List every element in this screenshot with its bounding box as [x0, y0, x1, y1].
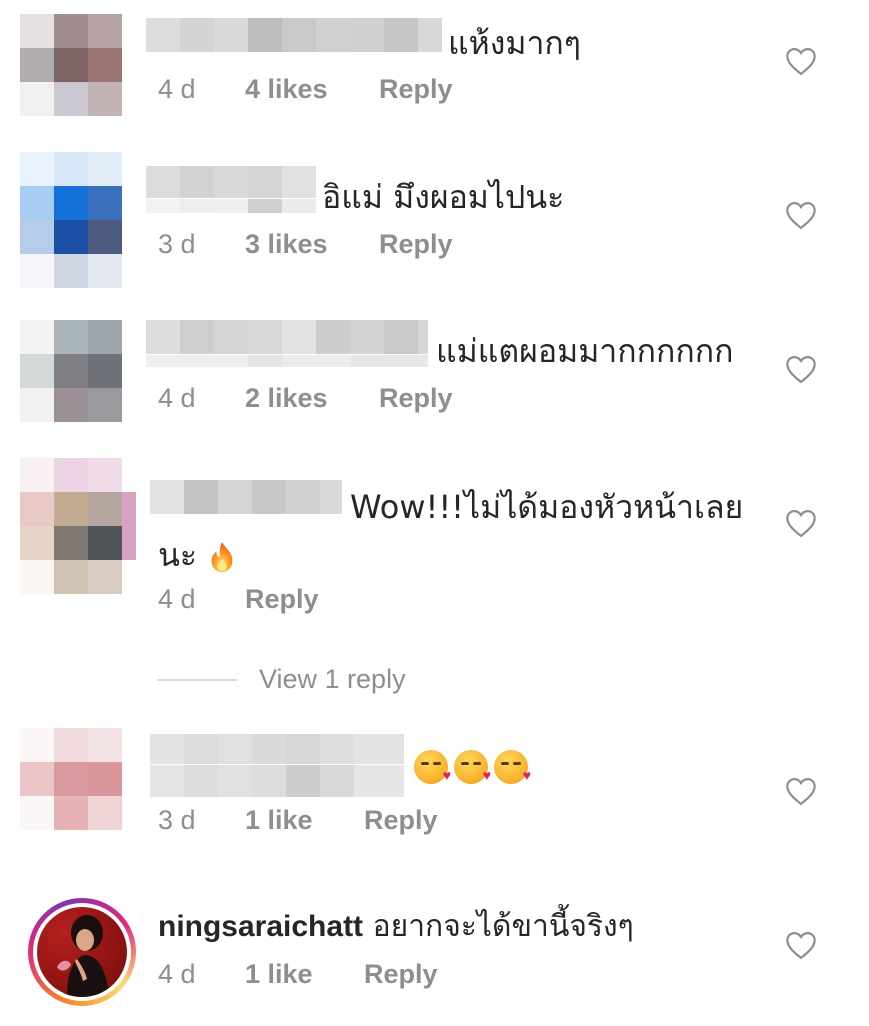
reply-button[interactable]: Reply — [379, 383, 453, 414]
heart-outline-icon[interactable] — [784, 930, 818, 960]
avatar-edge — [122, 492, 136, 560]
username-blurred[interactable] — [146, 320, 428, 368]
kissing-heart-emoji-icon: ♥ — [494, 750, 531, 784]
reply-button[interactable]: Reply — [364, 959, 438, 990]
username-blurred[interactable] — [146, 166, 316, 214]
kissing-heart-emoji-icon: ♥ — [454, 750, 491, 784]
comment-text-line2: นะ — [158, 530, 237, 581]
heart-outline-icon[interactable] — [784, 200, 818, 230]
avatar-lower — [20, 254, 122, 288]
heart-outline-icon[interactable] — [784, 776, 818, 806]
username-blurred[interactable] — [146, 18, 442, 52]
comment-time: 4 d — [158, 383, 196, 413]
comment-time: 3 d — [158, 229, 196, 259]
comment-time: 4 d — [158, 584, 196, 614]
avatar[interactable] — [20, 458, 122, 560]
username-blurred[interactable] — [150, 480, 342, 516]
heart-outline-icon[interactable] — [784, 508, 818, 538]
likes-count[interactable]: 3 likes — [245, 229, 328, 260]
avatar[interactable] — [20, 728, 122, 830]
avatar[interactable] — [20, 14, 122, 116]
comment-text: Wow!!!ไม่ได้มองหัวหน้าเลย — [350, 488, 744, 526]
avatar-lower — [20, 560, 122, 594]
reply-button[interactable]: Reply — [245, 584, 319, 615]
avatar — [37, 907, 127, 997]
avatar-story-ring[interactable] — [28, 898, 136, 1006]
likes-count[interactable]: 2 likes — [245, 383, 328, 414]
reply-button[interactable]: Reply — [379, 74, 453, 105]
view-replies-label[interactable]: View 1 reply — [259, 664, 406, 695]
emoji-group: ♥ ♥ ♥ — [414, 750, 534, 784]
comment-text: ningsaraichatt อยากจะได้ขานี้จริงๆ — [158, 903, 634, 950]
fire-emoji-icon — [211, 541, 233, 573]
reply-button[interactable]: Reply — [379, 229, 453, 260]
comment-text: แห้งมากๆ — [448, 24, 581, 62]
comment-time: 4 d — [158, 74, 196, 104]
comment-time: 3 d — [158, 805, 196, 835]
likes-count[interactable]: 1 like — [245, 959, 313, 990]
reply-button[interactable]: Reply — [364, 805, 438, 836]
comment-body: อยากจะได้ขานี้จริงๆ — [372, 909, 634, 944]
heart-outline-icon[interactable] — [784, 354, 818, 384]
kissing-heart-emoji-icon: ♥ — [414, 750, 451, 784]
replies-divider — [157, 678, 237, 681]
avatar[interactable] — [20, 152, 122, 254]
comment-text: อิแม่ มึงผอมไปนะ — [322, 178, 565, 216]
likes-count[interactable]: 1 like — [245, 805, 313, 836]
view-replies-button[interactable]: View 1 reply — [157, 664, 406, 695]
comment-text: แม่แตผอมมากกกกกก — [436, 332, 734, 370]
username-blurred[interactable] — [150, 734, 404, 798]
comment-time: 4 d — [158, 959, 196, 989]
avatar[interactable] — [20, 320, 122, 422]
heart-outline-icon[interactable] — [784, 46, 818, 76]
likes-count[interactable]: 4 likes — [245, 74, 328, 105]
comment-username[interactable]: ningsaraichatt — [158, 910, 363, 943]
